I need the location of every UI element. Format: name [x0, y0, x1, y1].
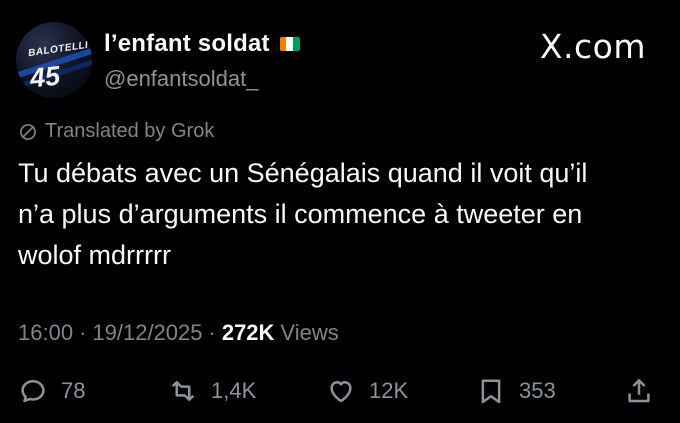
tweet-time[interactable]: 16:00 [18, 320, 73, 346]
like-count: 12K [369, 378, 409, 403]
reply-count: 78 [61, 378, 86, 403]
action-bar: 78 1,4K 12K 353 [0, 372, 680, 412]
bookmark-button[interactable]: 353 [476, 376, 556, 406]
avatar-jersey-number: 45 [28, 60, 62, 94]
tweet-meta: 16:00 · 19/12/2025 · 272K Views [18, 320, 339, 346]
author-display-name[interactable]: l’enfant soldat [104, 30, 270, 58]
tweet-date[interactable]: 19/12/2025 [92, 320, 202, 346]
avatar[interactable]: BALOTELLI 45 [16, 22, 92, 98]
share-icon [628, 379, 650, 403]
repost-icon [171, 381, 195, 401]
x-logo: X.com [539, 27, 646, 66]
translation-label: Translated by Grok [45, 120, 215, 142]
tweet-text: Tu débats avec un Sénégalais quand il vo… [18, 158, 588, 270]
repost-button[interactable]: 1,4K [168, 376, 256, 406]
repost-count: 1,4K [211, 378, 257, 403]
author-handle[interactable]: @enfantsoldat_ [104, 66, 258, 92]
like-button[interactable]: 12K [326, 376, 408, 406]
like-icon [330, 381, 352, 403]
reply-icon [21, 380, 45, 403]
bookmark-count: 353 [519, 378, 556, 403]
reply-button[interactable]: 78 [18, 376, 85, 406]
meta-separator: · [208, 320, 216, 345]
grok-icon [20, 123, 36, 140]
bookmark-icon [481, 379, 501, 404]
meta-separator: · [79, 320, 87, 345]
translation-notice[interactable]: Translated by Grok [18, 120, 214, 143]
share-button[interactable] [624, 376, 654, 406]
ivory-coast-flag-icon [279, 37, 300, 51]
views-count: 272K [221, 320, 275, 345]
author-name-row: l’enfant soldat [104, 30, 300, 58]
tweet-card: BALOTELLI 45 l’enfant soldat @enfantsold… [0, 0, 680, 423]
views-label: Views [280, 320, 339, 345]
